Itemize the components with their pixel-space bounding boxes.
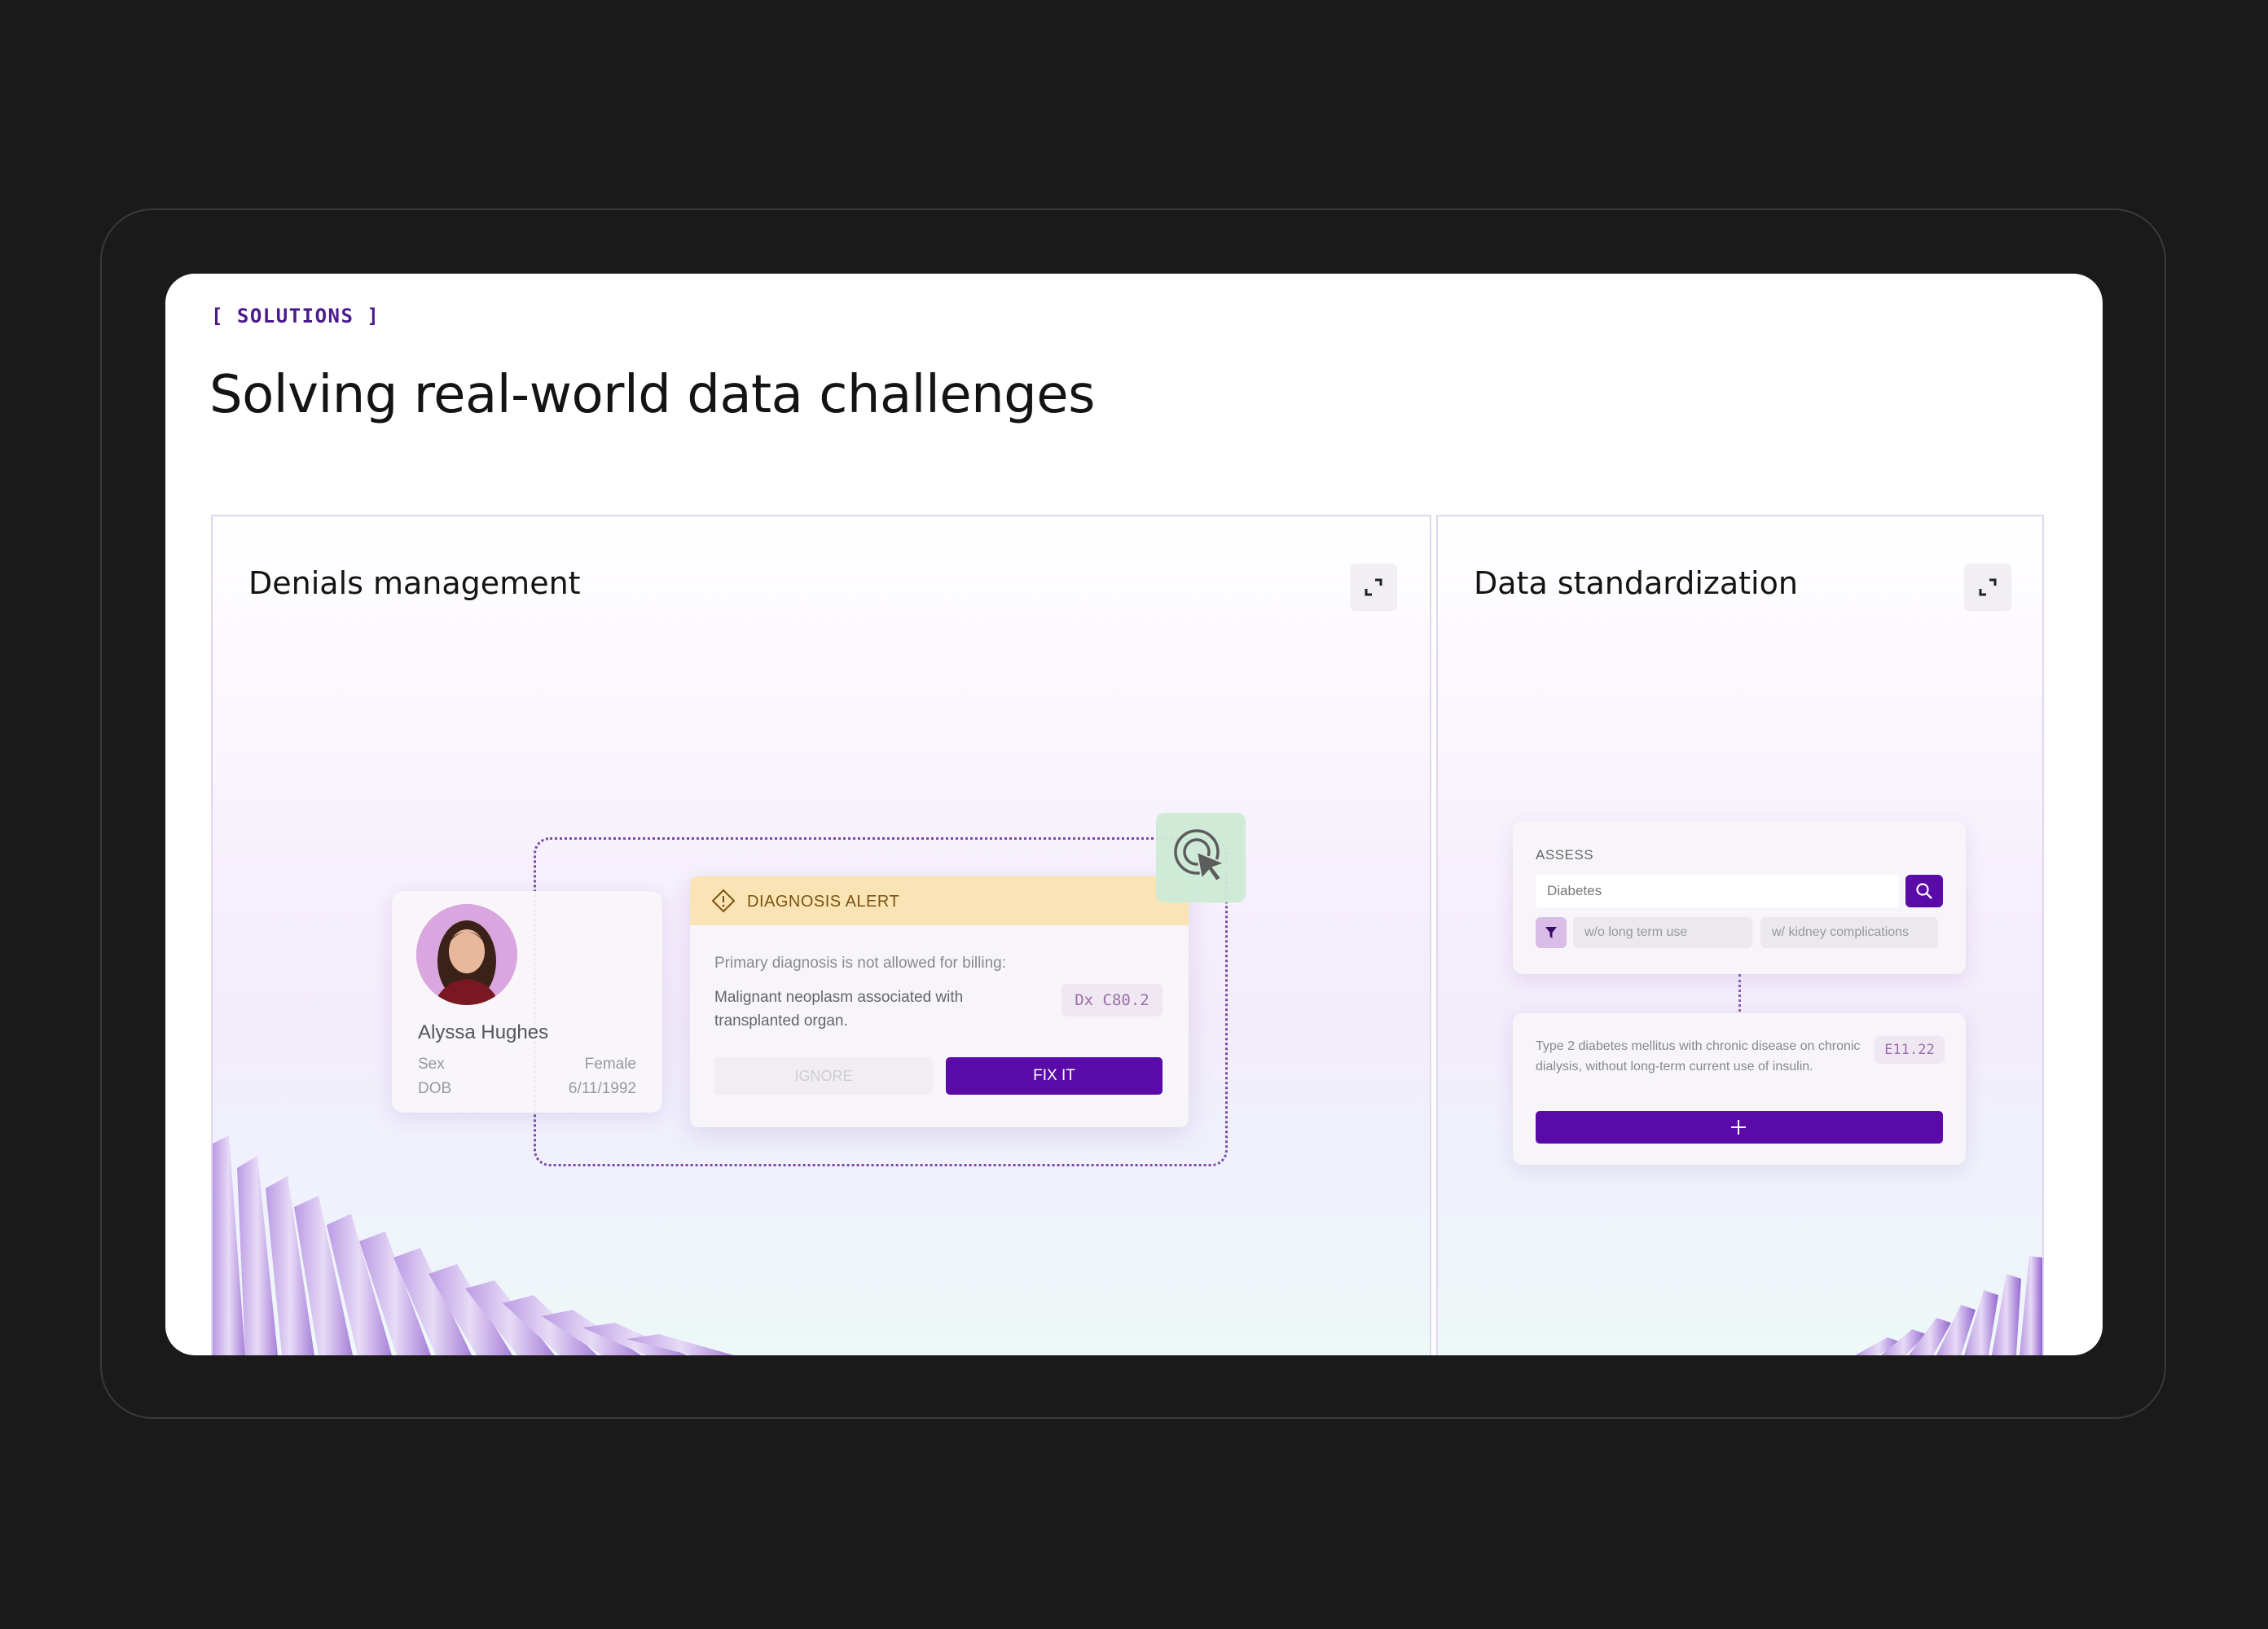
plus-icon [1731,1120,1746,1135]
solutions-section: [ SOLUTIONS ] Solving real-world data ch… [165,274,2103,1355]
sex-label: Sex [418,1056,445,1073]
sex-value: Female [584,1056,636,1073]
patient-dob-row: DOB 6/11/1992 [418,1080,636,1098]
alert-detail: Malignant neoplasm associated with trans… [714,989,964,1030]
data-standardization-panel: Data standardization ASSESS Diabetes w/o… [1436,515,2044,1355]
filter-chip[interactable]: w/o long term use [1573,917,1752,948]
search-icon [1916,883,1932,899]
filter-button[interactable] [1536,917,1567,948]
assess-card: ASSESS w/o long term use w/ kidney compl… [1513,821,1966,974]
decorative-ridges [1855,1256,2042,1355]
expand-icon [1365,578,1382,596]
panel-title: Data standardization [1474,565,1798,601]
expand-icon [1979,578,1997,596]
diagnosis-alert-card: DIAGNOSIS ALERT Primary diagnosis is not… [690,876,1189,1127]
fix-it-button[interactable]: FIX IT [946,1057,1163,1095]
alert-message: Primary diagnosis is not allowed for bil… [714,955,1006,972]
patient-card: Alyssa Hughes Sex Female DOB 6/11/1992 [392,891,662,1113]
patient-name: Alyssa Hughes [418,1021,549,1043]
icd-code-chip: E11.22 [1875,1036,1945,1064]
warning-diamond-icon [711,889,736,913]
result-description: Type 2 diabetes mellitus with chronic di… [1536,1039,1861,1074]
click-cursor-icon [1174,829,1227,883]
alert-header: DIAGNOSIS ALERT [690,876,1189,925]
dob-label: DOB [418,1080,452,1097]
ignore-button[interactable]: IGNORE [714,1057,933,1095]
assess-label: ASSESS [1536,847,1594,863]
dob-value: 6/11/1992 [568,1080,636,1097]
patient-sex-row: Sex Female [418,1056,636,1074]
result-card: Type 2 diabetes mellitus with chronic di… [1513,1013,1966,1165]
diagnosis-code-chip: Dx C80.2 [1061,984,1163,1016]
cursor-highlight [1156,813,1246,902]
denials-management-panel: Denials management Alyssa Hughes Sex Fem… [211,515,1431,1355]
assess-search-input[interactable] [1536,875,1899,907]
expand-button[interactable] [1350,564,1397,611]
filter-icon [1545,927,1557,938]
avatar [416,904,517,1005]
expand-button[interactable] [1964,564,2011,611]
section-eyebrow: [ SOLUTIONS ] [211,305,380,327]
connector-line [1738,974,1741,1012]
alert-title: DIAGNOSIS ALERT [747,893,900,911]
panel-title: Denials management [248,565,581,601]
page-title: Solving real-world data challenges [209,365,1096,425]
filter-chip[interactable]: w/ kidney complications [1760,917,1938,948]
add-button[interactable] [1536,1111,1943,1144]
search-button[interactable] [1905,875,1943,907]
